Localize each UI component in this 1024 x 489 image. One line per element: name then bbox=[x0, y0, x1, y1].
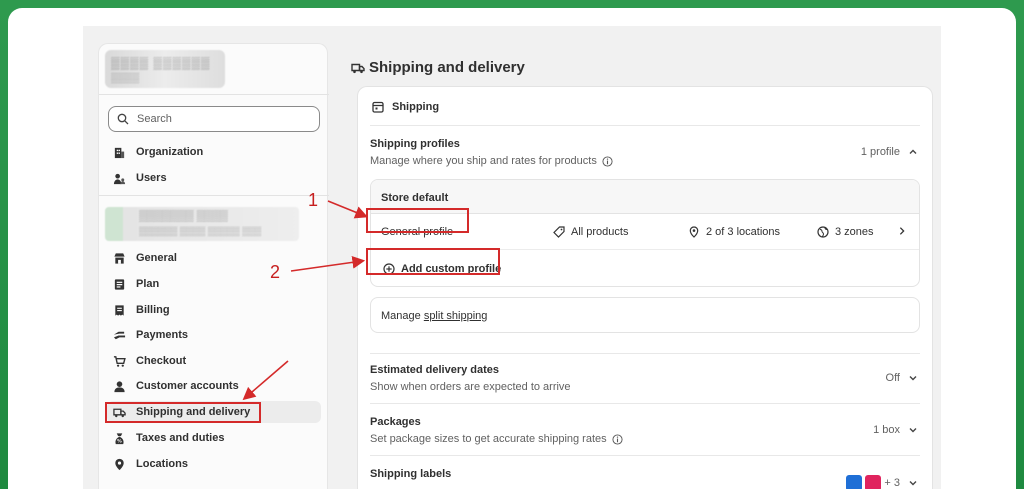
globe-icon bbox=[817, 226, 829, 238]
screenshot-frame: ▒▒▒▒ ▒▒▒▒▒▒▒▒▒▒ Organization Users ▒▒▒▒▒… bbox=[8, 8, 1016, 489]
sidebar-item-label: Plan bbox=[136, 278, 160, 290]
plan-icon bbox=[112, 277, 126, 291]
shipping-labels-toggle[interactable]: + 3 bbox=[846, 475, 918, 489]
packages-value: 1 box bbox=[873, 424, 900, 436]
delivery-dates-desc: Show when orders are expected to arrive bbox=[370, 381, 571, 393]
carrier-logo-icon bbox=[846, 475, 863, 489]
chevron-down-icon bbox=[909, 428, 917, 433]
packages-title: Packages bbox=[370, 416, 421, 428]
sidebar-item-plan[interactable]: Plan bbox=[107, 273, 321, 295]
sidebar-item-label: General bbox=[136, 252, 177, 264]
location-pin-icon bbox=[689, 226, 699, 238]
payments-icon bbox=[112, 328, 126, 342]
products-text: All products bbox=[571, 226, 629, 238]
carrier-logo-icon bbox=[865, 475, 882, 489]
sidebar-item-label: Users bbox=[136, 172, 167, 184]
delivery-dates-title: Estimated delivery dates bbox=[370, 364, 500, 376]
card-divider bbox=[370, 455, 920, 456]
split-shipping-link[interactable]: split shipping bbox=[424, 310, 488, 322]
shipping-card: Shipping Shipping profiles Manage where … bbox=[357, 86, 933, 489]
sidebar-item-locations[interactable]: Locations bbox=[107, 453, 321, 475]
sidebar-item-taxes-and-duties[interactable]: % Taxes and duties bbox=[107, 427, 321, 449]
highlight-shipping-nav bbox=[105, 402, 261, 423]
building-icon bbox=[112, 145, 126, 159]
tag-icon bbox=[553, 226, 565, 238]
zones-cell: 3 zones bbox=[817, 226, 874, 238]
card-header: Shipping bbox=[372, 101, 439, 113]
sidebar-item-payments[interactable]: Payments bbox=[107, 324, 321, 346]
sidebar-item-label: Checkout bbox=[136, 355, 187, 367]
cart-icon bbox=[112, 354, 126, 368]
person-icon bbox=[112, 379, 126, 393]
info-icon[interactable] bbox=[602, 155, 613, 167]
card-title: Shipping bbox=[392, 101, 440, 113]
delivery-dates-value: Off bbox=[885, 372, 900, 384]
sidebar-divider bbox=[99, 195, 329, 196]
truck-icon bbox=[351, 63, 365, 73]
desc-text: Manage where you ship and rates for prod… bbox=[370, 155, 597, 167]
shipping-profiles-desc: Manage where you ship and rates for prod… bbox=[370, 155, 613, 167]
organization-switcher-blurred[interactable]: ▒▒▒▒ ▒▒▒▒▒▒ ▒▒▒▒ bbox=[105, 50, 225, 88]
products-cell: All products bbox=[553, 226, 628, 238]
locations-text: 2 of 3 locations bbox=[706, 226, 780, 238]
card-divider bbox=[370, 125, 920, 126]
packages-toggle[interactable]: 1 box bbox=[873, 424, 918, 436]
sidebar-item-label: Payments bbox=[136, 329, 188, 341]
search-box[interactable] bbox=[108, 106, 320, 132]
search-icon bbox=[117, 113, 129, 125]
highlight-general-profile bbox=[366, 208, 469, 233]
split-shipping-box: Manage split shipping bbox=[370, 297, 920, 333]
sidebar-item-label: Locations bbox=[136, 458, 188, 470]
search-input[interactable] bbox=[137, 113, 307, 125]
sidebar-item-users[interactable]: Users bbox=[107, 167, 321, 189]
split-prefix: Manage bbox=[381, 310, 424, 322]
page-title: Shipping and delivery bbox=[351, 59, 525, 76]
sidebar-item-billing[interactable]: Billing bbox=[107, 299, 321, 321]
card-divider bbox=[370, 353, 920, 354]
location-pin-icon bbox=[112, 457, 126, 471]
desc-text: Set package sizes to get accurate shippi… bbox=[370, 433, 607, 445]
users-icon bbox=[112, 171, 126, 185]
billing-icon bbox=[112, 303, 126, 317]
page-title-text: Shipping and delivery bbox=[369, 59, 525, 76]
chevron-right-icon[interactable] bbox=[897, 226, 913, 236]
calendar-box-icon bbox=[372, 101, 384, 113]
profile-count: 1 profile bbox=[860, 146, 900, 158]
labels-extra-count: + 3 bbox=[884, 477, 900, 489]
store-switcher-blurred[interactable]: ▒▒▒▒▒▒▒ ▒▒▒▒ ▒▒▒▒▒▒ ▒▒▒▒ ▒▒▒▒▒ ▒▒▒ bbox=[105, 207, 299, 241]
shipping-labels-title: Shipping labels bbox=[370, 468, 452, 480]
packages-desc: Set package sizes to get accurate shippi… bbox=[370, 433, 623, 445]
sidebar-item-general[interactable]: General bbox=[107, 247, 321, 269]
chevron-up-icon bbox=[909, 149, 917, 154]
sidebar-item-label: Customer accounts bbox=[136, 380, 239, 392]
svg-text:%: % bbox=[117, 438, 122, 444]
profiles-toggle[interactable]: 1 profile bbox=[861, 146, 918, 158]
desc-text: Show when orders are expected to arrive bbox=[370, 381, 571, 393]
locations-cell: 2 of 3 locations bbox=[688, 226, 780, 238]
chevron-down-icon bbox=[909, 481, 917, 486]
sidebar-item-organization[interactable]: Organization bbox=[107, 141, 321, 163]
highlight-add-custom-profile bbox=[366, 248, 500, 275]
sidebar-item-label: Taxes and duties bbox=[136, 432, 225, 444]
step-number-1: 1 bbox=[308, 190, 319, 210]
sidebar-item-customer-accounts[interactable]: Customer accounts bbox=[107, 375, 321, 397]
shipping-profiles-title: Shipping profiles bbox=[370, 138, 460, 150]
sidebar-divider bbox=[99, 94, 329, 95]
info-icon[interactable] bbox=[612, 433, 623, 445]
store-icon bbox=[112, 251, 126, 265]
card-divider bbox=[370, 403, 920, 404]
step-number-2: 2 bbox=[270, 262, 281, 282]
zones-text: 3 zones bbox=[835, 226, 874, 238]
chevron-down-icon bbox=[909, 376, 917, 381]
tax-icon: % bbox=[112, 431, 126, 445]
delivery-dates-toggle[interactable]: Off bbox=[886, 372, 918, 384]
sidebar-item-checkout[interactable]: Checkout bbox=[107, 350, 321, 372]
sidebar-item-label: Billing bbox=[136, 304, 170, 316]
sidebar-item-label: Organization bbox=[136, 146, 204, 158]
